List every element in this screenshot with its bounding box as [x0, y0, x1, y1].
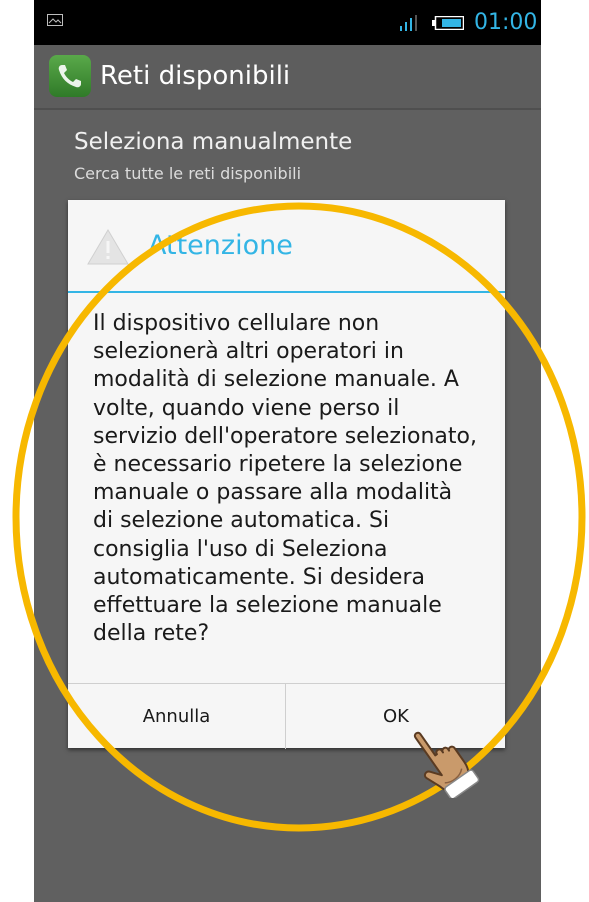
setting-item-subtitle: Cerca tutte le reti disponibili [74, 164, 302, 183]
ok-button[interactable]: OK [287, 684, 505, 749]
status-time: 01:00 [474, 10, 538, 35]
dialog-message: Il dispositivo cellulare non selezionerà… [93, 311, 477, 647]
status-bar: 01:00 [34, 0, 541, 45]
dialog-button-bar: Annulla OK [68, 683, 505, 749]
battery-icon [432, 16, 464, 30]
warning-dialog: Attenzione Il dispositivo cellulare non … [68, 200, 505, 749]
image-notification-icon [47, 14, 63, 26]
phone-app-icon[interactable] [49, 55, 91, 97]
warning-icon [87, 229, 129, 265]
cancel-button[interactable]: Annulla [68, 684, 286, 749]
dialog-title: Attenzione [148, 230, 293, 261]
setting-item-title: Seleziona manualmente [74, 129, 353, 155]
app-title: Reti disponibili [100, 61, 291, 91]
dialog-header: Attenzione [68, 200, 505, 293]
signal-icon [400, 15, 417, 31]
phone-screen: 01:00 Reti disponibili Seleziona manualm… [34, 0, 541, 902]
action-bar: Reti disponibili [34, 45, 541, 110]
